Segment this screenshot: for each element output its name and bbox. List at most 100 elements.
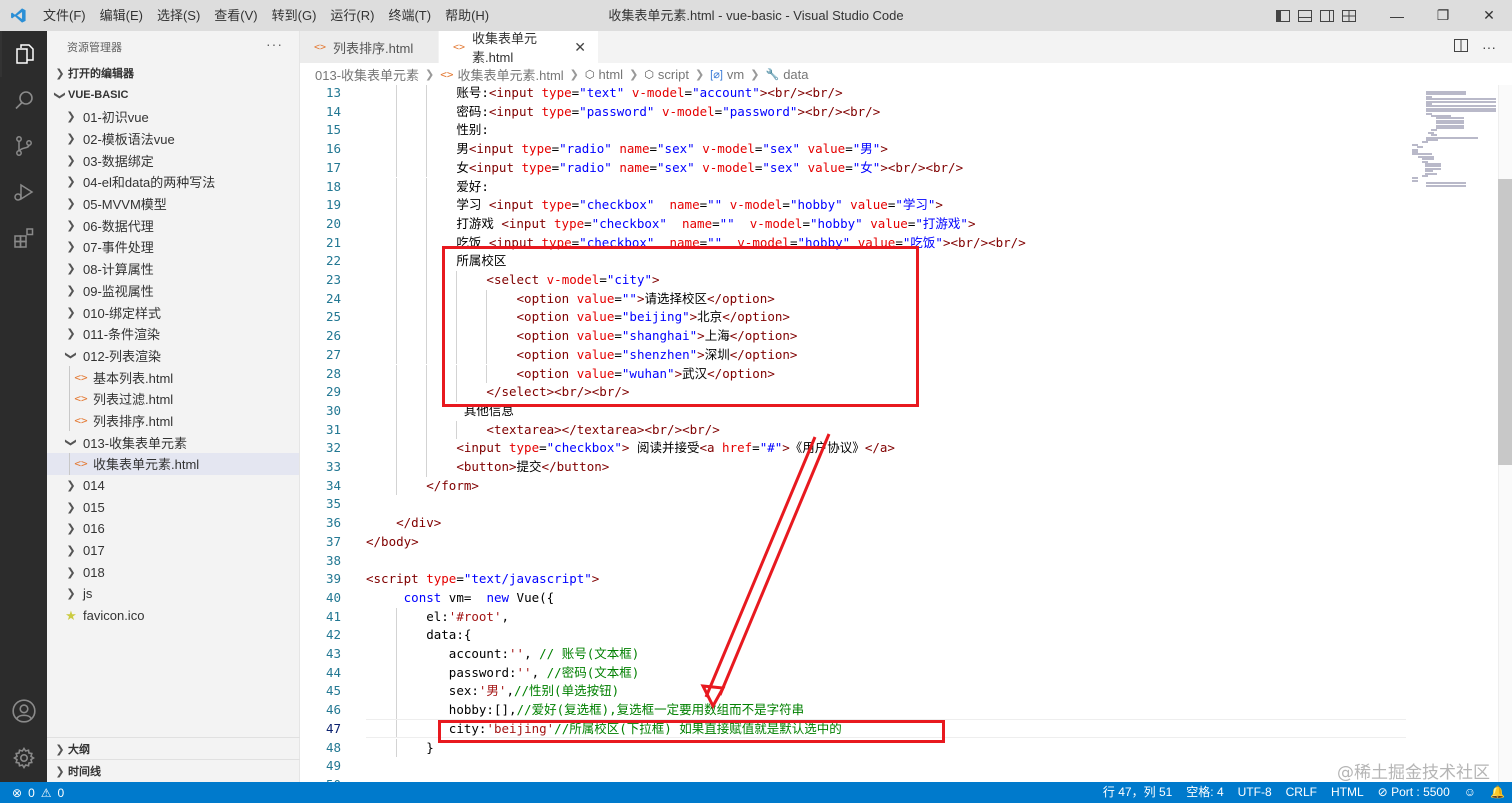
element-icon: ⬡ — [644, 68, 654, 81]
live-server-port[interactable]: ⊘ Port : 5500 — [1371, 782, 1457, 803]
cursor-position[interactable]: 行 47，列 51 — [1096, 782, 1179, 803]
language-mode[interactable]: HTML — [1324, 782, 1371, 803]
code-token: <input — [468, 159, 522, 175]
toggle-secondary-sidebar-icon[interactable] — [1316, 0, 1338, 31]
menu-item[interactable]: 选择(S) — [150, 0, 207, 31]
code-token: value — [870, 215, 908, 231]
breadcrumb-html[interactable]: html — [599, 67, 624, 82]
error-count[interactable]: 0 — [28, 786, 35, 800]
code-token: "checkbox" — [546, 440, 622, 456]
tree-folder[interactable]: ❯ 016 — [47, 518, 299, 540]
html-file-icon: <> — [74, 392, 88, 406]
tree-folder[interactable]: ❯ 03-数据绑定 — [47, 149, 299, 171]
toggle-panel-icon[interactable] — [1294, 0, 1316, 31]
menu-item[interactable]: 文件(F) — [36, 0, 93, 31]
code-token: "password" — [722, 103, 798, 119]
warning-count[interactable]: 0 — [58, 786, 65, 800]
tab-collect-form[interactable]: <> 收集表单元素.html ✕ — [439, 31, 599, 65]
scrollbar-thumb[interactable] — [1498, 179, 1512, 465]
code-token: "sex" — [657, 141, 695, 157]
vertical-scrollbar[interactable] — [1498, 85, 1512, 782]
run-debug-icon[interactable] — [0, 169, 47, 215]
chevron-right-icon: ❯ — [66, 306, 76, 319]
close-window-button[interactable]: ✕ — [1466, 0, 1512, 31]
tree-item-label: favicon.ico — [83, 608, 145, 624]
timeline-section[interactable]: ❯ 时间线 — [47, 759, 300, 782]
tree-folder[interactable]: ❯ 04-el和data的两种写法 — [47, 171, 299, 193]
explorer-icon[interactable] — [0, 31, 47, 77]
tree-file[interactable]: <> 列表过滤.html — [47, 387, 299, 410]
menu-item[interactable]: 查看(V) — [207, 0, 264, 31]
extensions-icon[interactable] — [0, 215, 47, 261]
chevron-right-icon: ❯ — [55, 765, 65, 778]
toggle-primary-sidebar-icon[interactable] — [1272, 0, 1294, 31]
tree-folder[interactable]: ❯ 05-MVVM模型 — [47, 193, 299, 215]
customize-layout-icon[interactable] — [1338, 0, 1360, 31]
encoding[interactable]: UTF-8 — [1231, 782, 1279, 803]
tree-folder[interactable]: ❯ 01-初识vue — [47, 106, 299, 128]
more-actions-icon[interactable]: ··· — [266, 36, 283, 52]
tree-folder[interactable]: ❯ 09-监视属性 — [47, 280, 299, 302]
end-of-line[interactable]: CRLF — [1279, 782, 1324, 803]
tree-folder[interactable]: ❯ 014 — [47, 475, 299, 497]
menu-item[interactable]: 终端(T) — [381, 0, 438, 31]
code-token: name — [669, 197, 700, 213]
source-control-icon[interactable] — [0, 123, 47, 169]
code-line: 男<input type="radio" name="sex" v-model=… — [366, 140, 888, 159]
tree-folder[interactable]: ❯ 015 — [47, 496, 299, 518]
html-file-icon: <> — [440, 67, 454, 81]
breadcrumb-file[interactable]: 收集表单元素.html — [458, 65, 564, 84]
chevron-right-icon: ❯ — [66, 133, 76, 146]
indentation[interactable]: 空格: 4 — [1179, 782, 1230, 803]
tree-file[interactable]: <> 收集表单元素.html — [47, 453, 299, 475]
minimap[interactable] — [1408, 85, 1498, 782]
code-line: 账号:<input type="text" v-model="account">… — [366, 85, 842, 103]
more-actions-icon[interactable]: ··· — [1482, 39, 1496, 55]
tree-folder[interactable]: ❯ 018 — [47, 561, 299, 583]
breadcrumb-folder[interactable]: 013-收集表单元素 — [315, 65, 419, 84]
minimize-button[interactable]: — — [1374, 0, 1420, 31]
menu-item[interactable]: 转到(G) — [265, 0, 324, 31]
vscode-logo-icon — [0, 0, 36, 31]
tree-folder[interactable]: ❯ 011-条件渲染 — [47, 323, 299, 345]
restore-button[interactable]: ❐ — [1420, 0, 1466, 31]
close-tab-icon[interactable]: ✕ — [574, 39, 586, 56]
tree-folder[interactable]: ❯ 07-事件处理 — [47, 236, 299, 258]
tree-folder[interactable]: ❯ js — [47, 583, 299, 605]
menu-item[interactable]: 编辑(E) — [93, 0, 150, 31]
breadcrumb-data[interactable]: data — [783, 67, 808, 82]
tree-folder[interactable]: ❯ 06-数据代理 — [47, 214, 299, 236]
tree-file[interactable]: <> 列表排序.html — [47, 409, 299, 432]
tree-folder[interactable]: ❯ 013-收集表单元素 — [47, 431, 299, 453]
open-editors-section[interactable]: ❯ 打开的编辑器 — [47, 62, 299, 84]
code-editor[interactable]: 13 14 15 16 17 18 19 20 21 22 23 24 25 26 27 28 29 30 31 32… — [300, 85, 1512, 782]
line-number: 49 — [325, 758, 341, 774]
tree-item-label: 03-数据绑定 — [83, 153, 154, 169]
tree-folder[interactable]: ❯ 02-模板语法vue — [47, 128, 299, 150]
feedback-icon[interactable]: ☺ — [1457, 782, 1483, 803]
workspace-section[interactable]: ❯ VUE-BASIC — [47, 84, 299, 106]
code-token: name — [619, 159, 650, 175]
notifications-bell-icon[interactable]: 🔔 — [1483, 782, 1512, 803]
split-editor-icon[interactable] — [1454, 39, 1468, 55]
minimap-line — [1421, 175, 1428, 177]
tab-list-sort[interactable]: <> 列表排序.html — [300, 31, 439, 63]
warning-icon[interactable]: ⚠ — [41, 786, 52, 800]
breadcrumb-vm[interactable]: vm — [727, 67, 744, 82]
menu-item[interactable]: 运行(R) — [323, 0, 381, 31]
menu-item[interactable]: 帮助(H) — [438, 0, 496, 31]
error-icon[interactable]: ⊗ — [12, 786, 22, 800]
code-token: , — [506, 683, 514, 699]
search-icon[interactable] — [0, 77, 47, 123]
breadcrumb-script[interactable]: script — [658, 67, 689, 82]
tree-folder[interactable]: ❯ 08-计算属性 — [47, 258, 299, 280]
settings-gear-icon[interactable] — [0, 735, 47, 781]
tree-item-label: 017 — [83, 543, 105, 559]
tree-folder[interactable]: ❯ 012-列表渲染 — [47, 345, 299, 367]
accounts-icon[interactable] — [0, 688, 47, 734]
tree-file[interactable]: ★ favicon.ico — [47, 605, 299, 627]
tree-file[interactable]: <> 基本列表.html — [47, 366, 299, 388]
tree-folder[interactable]: ❯ 010-绑定样式 — [47, 301, 299, 323]
tree-folder[interactable]: ❯ 017 — [47, 540, 299, 562]
outline-section[interactable]: ❯ 大纲 — [47, 737, 300, 760]
